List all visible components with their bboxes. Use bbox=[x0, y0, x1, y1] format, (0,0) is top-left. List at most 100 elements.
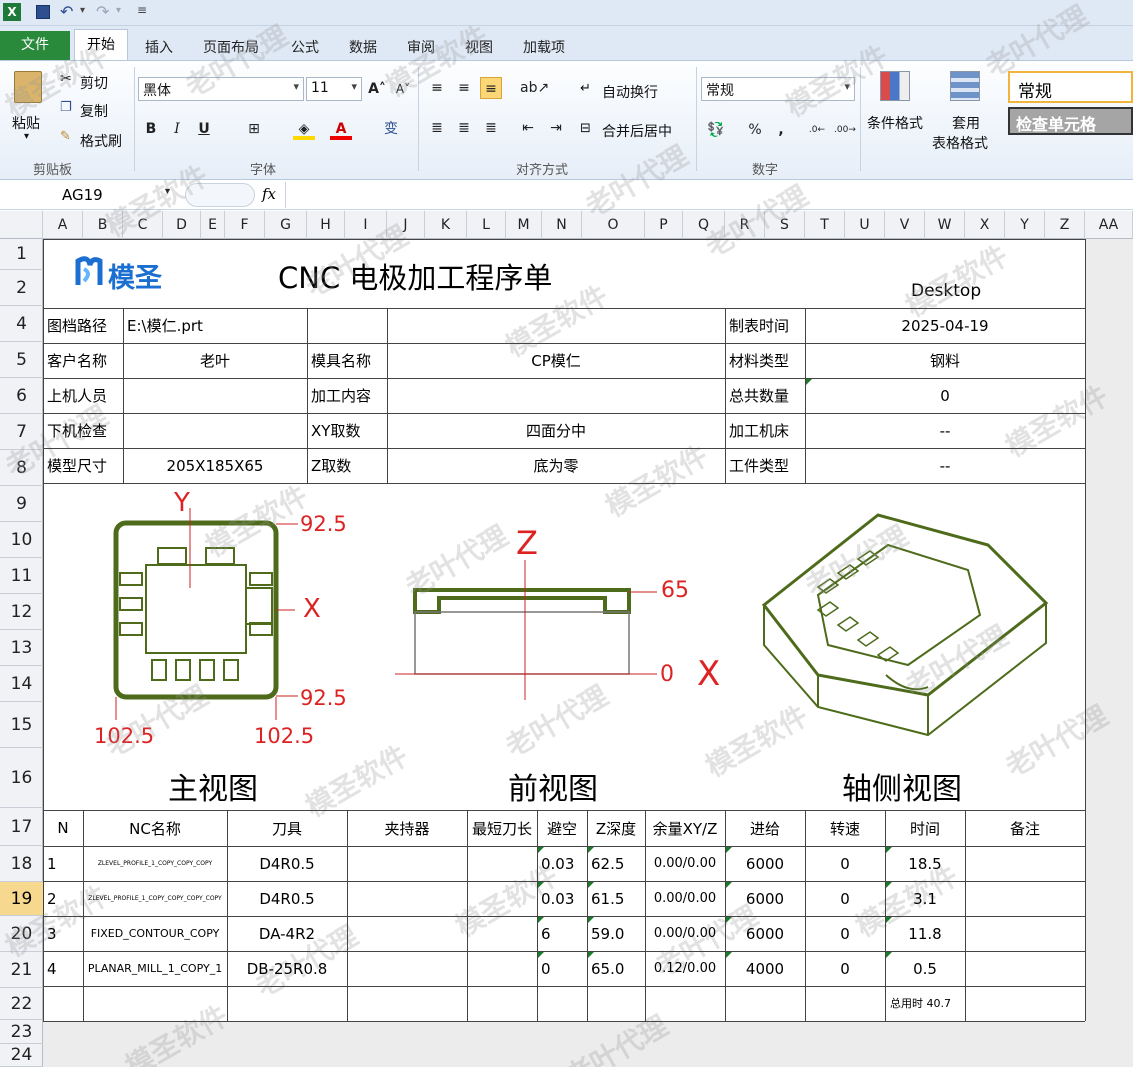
align-right-icon[interactable]: ≣ bbox=[480, 117, 502, 139]
info-l3-2[interactable]: 总共数量 bbox=[725, 378, 805, 413]
column-header-L[interactable]: L bbox=[467, 211, 506, 239]
decrease-decimal-icon[interactable]: .00→ bbox=[834, 119, 856, 141]
table-style-icon[interactable] bbox=[950, 71, 980, 101]
wrap-text-button[interactable]: 自动换行 bbox=[602, 82, 658, 102]
info-l1-1[interactable]: 客户名称 bbox=[43, 343, 123, 378]
paste-dropdown-icon[interactable]: ▾ bbox=[24, 131, 29, 142]
increase-indent-icon[interactable]: ⇥ bbox=[545, 117, 567, 139]
orientation-icon[interactable]: ab↗ bbox=[520, 77, 549, 99]
column-header-J[interactable]: J bbox=[387, 211, 425, 239]
column-header-D[interactable]: D bbox=[163, 211, 201, 239]
row-header-24[interactable]: 24 bbox=[0, 1044, 43, 1067]
table-cell-note-0[interactable] bbox=[965, 846, 1085, 881]
column-header-B[interactable]: B bbox=[83, 211, 123, 239]
fill-color-icon[interactable]: ◈ bbox=[293, 118, 315, 140]
column-header-X[interactable]: X bbox=[965, 211, 1005, 239]
table-cell-tool-2[interactable]: DA-4R2 bbox=[227, 916, 347, 951]
info-l2-2[interactable]: 加工内容 bbox=[307, 378, 387, 413]
info-l3-4[interactable]: 工件类型 bbox=[725, 448, 805, 483]
align-bottom-icon[interactable]: ≡ bbox=[480, 77, 502, 99]
column-header-N[interactable]: N bbox=[542, 211, 582, 239]
formula-input[interactable] bbox=[285, 182, 1133, 208]
info-l3-0[interactable]: 制表时间 bbox=[725, 308, 805, 343]
table-cell-nc-1[interactable]: ZLEVEL_PROFILE_1_COPY_COPY_COPY_COPY bbox=[83, 881, 227, 916]
info-l1-0[interactable]: 图档路径 bbox=[43, 308, 123, 343]
align-left-icon[interactable]: ≣ bbox=[426, 117, 448, 139]
copy-icon[interactable]: ❐ bbox=[60, 100, 72, 115]
table-header-3[interactable]: 夹持器 bbox=[347, 810, 467, 846]
font-size-select[interactable]: 11 bbox=[306, 77, 362, 101]
info-l2-0[interactable] bbox=[307, 308, 387, 343]
row-header-15[interactable]: 15 bbox=[0, 702, 43, 748]
column-header-P[interactable]: P bbox=[645, 211, 683, 239]
phonetic-icon[interactable]: 变 bbox=[380, 118, 402, 140]
tab-addins[interactable]: 加载项 bbox=[523, 37, 565, 57]
table-cell-clear-2[interactable]: 6 bbox=[537, 916, 587, 951]
table-cell-n-1[interactable]: 2 bbox=[43, 881, 83, 916]
grow-font-icon[interactable]: A˄ bbox=[366, 78, 388, 100]
tab-insert[interactable]: 插入 bbox=[145, 37, 173, 57]
table-cell-tool-1[interactable]: D4R0.5 bbox=[227, 881, 347, 916]
table-cell-feed-1[interactable]: 6000 bbox=[725, 881, 805, 916]
column-header-C[interactable]: C bbox=[123, 211, 163, 239]
info-l2-4[interactable]: Z取数 bbox=[307, 448, 387, 483]
column-header-M[interactable]: M bbox=[506, 211, 542, 239]
table-cell-nc-0[interactable]: ZLEVEL_PROFILE_1_COPY_COPY_COPY bbox=[83, 846, 227, 881]
increase-decimal-icon[interactable]: .0← bbox=[806, 119, 828, 141]
conditional-format-icon[interactable] bbox=[880, 71, 910, 101]
row-header-5[interactable]: 5 bbox=[0, 342, 43, 378]
column-header-V[interactable]: V bbox=[885, 211, 925, 239]
format-painter-icon[interactable]: ✎ bbox=[60, 129, 71, 144]
info-v3-2[interactable]: 0 bbox=[805, 378, 1085, 413]
tab-view[interactable]: 视图 bbox=[465, 37, 493, 57]
shrink-font-icon[interactable]: A˅ bbox=[392, 78, 414, 100]
select-all-corner[interactable] bbox=[0, 211, 43, 239]
table-cell-n-0[interactable]: 1 bbox=[43, 846, 83, 881]
table-cell-time-3[interactable]: 0.5 bbox=[885, 951, 965, 986]
info-l1-2[interactable]: 上机人员 bbox=[43, 378, 123, 413]
table-cell-stock-1[interactable]: 0.00/0.00 bbox=[645, 881, 725, 916]
table-cell-holder-1[interactable] bbox=[347, 881, 467, 916]
merge-center-button[interactable]: 合并后居中 bbox=[602, 121, 672, 141]
column-header-F[interactable]: F bbox=[225, 211, 265, 239]
table-header-11[interactable]: 备注 bbox=[965, 810, 1085, 846]
info-v1-4[interactable]: 205X185X65 bbox=[123, 448, 307, 483]
style-check-cell[interactable]: 检查单元格 bbox=[1008, 107, 1133, 135]
column-header-A[interactable]: A bbox=[43, 211, 83, 239]
table-cell-nc-3[interactable]: PLANAR_MILL_1_COPY_1 bbox=[83, 951, 227, 986]
copy-button[interactable]: 复制 bbox=[80, 101, 108, 121]
redo-dropdown-icon[interactable]: ▾ bbox=[116, 5, 121, 16]
font-name-select[interactable]: 黑体 bbox=[138, 77, 304, 101]
column-header-E[interactable]: E bbox=[201, 211, 225, 239]
border-icon[interactable]: ⊞ bbox=[243, 118, 265, 140]
row-header-17[interactable]: 17 bbox=[0, 808, 43, 846]
table-cell-speed-3[interactable]: 0 bbox=[805, 951, 885, 986]
underline-icon[interactable]: U bbox=[193, 118, 215, 140]
cut-button[interactable]: 剪切 bbox=[80, 73, 108, 93]
table-header-10[interactable]: 时间 bbox=[885, 810, 965, 846]
column-header-Z[interactable]: Z bbox=[1045, 211, 1085, 239]
undo-icon[interactable]: ↶ bbox=[60, 2, 73, 21]
column-header-W[interactable]: W bbox=[925, 211, 965, 239]
table-cell-note-2[interactable] bbox=[965, 916, 1085, 951]
style-normal-cell[interactable]: 常规 bbox=[1008, 71, 1133, 103]
row-header-11[interactable]: 11 bbox=[0, 558, 43, 594]
table-header-9[interactable]: 转速 bbox=[805, 810, 885, 846]
table-cell-holder-0[interactable] bbox=[347, 846, 467, 881]
table-format-button[interactable]: 表格格式 bbox=[932, 133, 988, 153]
info-v1-3[interactable] bbox=[123, 413, 307, 448]
table-cell-stock-3[interactable]: 0.12/0.00 bbox=[645, 951, 725, 986]
info-v3-0[interactable]: 2025-04-19 bbox=[805, 308, 1085, 343]
tab-data[interactable]: 数据 bbox=[349, 37, 377, 57]
tab-page-layout[interactable]: 页面布局 bbox=[203, 37, 259, 57]
table-header-6[interactable]: Z深度 bbox=[587, 810, 645, 846]
wrap-text-icon[interactable]: ↵ bbox=[580, 81, 591, 96]
info-l2-3[interactable]: XY取数 bbox=[307, 413, 387, 448]
info-l1-3[interactable]: 下机检查 bbox=[43, 413, 123, 448]
column-header-G[interactable]: G bbox=[265, 211, 307, 239]
row-header-2[interactable]: 2 bbox=[0, 270, 43, 306]
table-cell-clear-0[interactable]: 0.03 bbox=[537, 846, 587, 881]
table-cell-tool-0[interactable]: D4R0.5 bbox=[227, 846, 347, 881]
table-cell-z-3[interactable]: 65.0 bbox=[587, 951, 645, 986]
insert-function-icon[interactable]: fx bbox=[262, 185, 276, 203]
